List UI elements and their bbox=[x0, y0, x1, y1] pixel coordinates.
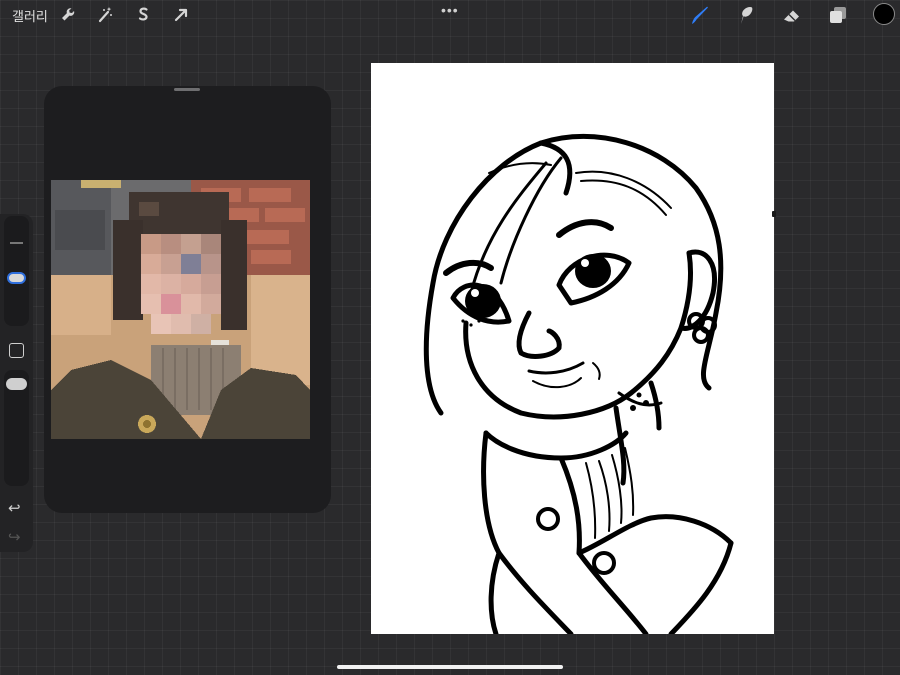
transform-arrow-icon[interactable] bbox=[169, 3, 193, 27]
selection-s-icon[interactable] bbox=[131, 3, 155, 27]
drawing-canvas[interactable] bbox=[371, 63, 774, 634]
magic-wand-icon[interactable] bbox=[93, 3, 117, 27]
brush-size-slider[interactable] bbox=[4, 216, 29, 326]
home-indicator[interactable] bbox=[337, 665, 563, 669]
size-slider-handle[interactable] bbox=[7, 272, 26, 284]
color-picker-swatch[interactable] bbox=[873, 3, 895, 25]
more-options-icon[interactable]: ••• bbox=[441, 2, 459, 18]
wrench-icon[interactable] bbox=[56, 3, 80, 27]
brush-opacity-slider[interactable] bbox=[4, 370, 29, 486]
redo-button[interactable]: ↪ bbox=[8, 528, 21, 546]
reference-photo bbox=[51, 180, 310, 439]
size-slider-tick bbox=[10, 242, 23, 244]
left-sidebar: ↩ ↪ bbox=[0, 214, 33, 552]
reference-window[interactable] bbox=[44, 86, 331, 513]
canvas-edge-marker bbox=[772, 211, 776, 217]
smudge-icon[interactable] bbox=[733, 3, 757, 27]
modify-button[interactable] bbox=[9, 343, 24, 358]
reference-window-grabber[interactable] bbox=[174, 88, 200, 91]
undo-button[interactable]: ↩ bbox=[8, 499, 21, 517]
top-toolbar: 갤러리 ••• bbox=[0, 0, 900, 30]
opacity-slider-handle[interactable] bbox=[6, 378, 27, 390]
caricature-drawing bbox=[423, 134, 734, 634]
brush-icon[interactable] bbox=[688, 3, 712, 27]
eraser-icon[interactable] bbox=[780, 3, 804, 27]
gallery-button[interactable]: 갤러리 bbox=[12, 6, 48, 25]
layers-icon[interactable] bbox=[826, 3, 850, 27]
